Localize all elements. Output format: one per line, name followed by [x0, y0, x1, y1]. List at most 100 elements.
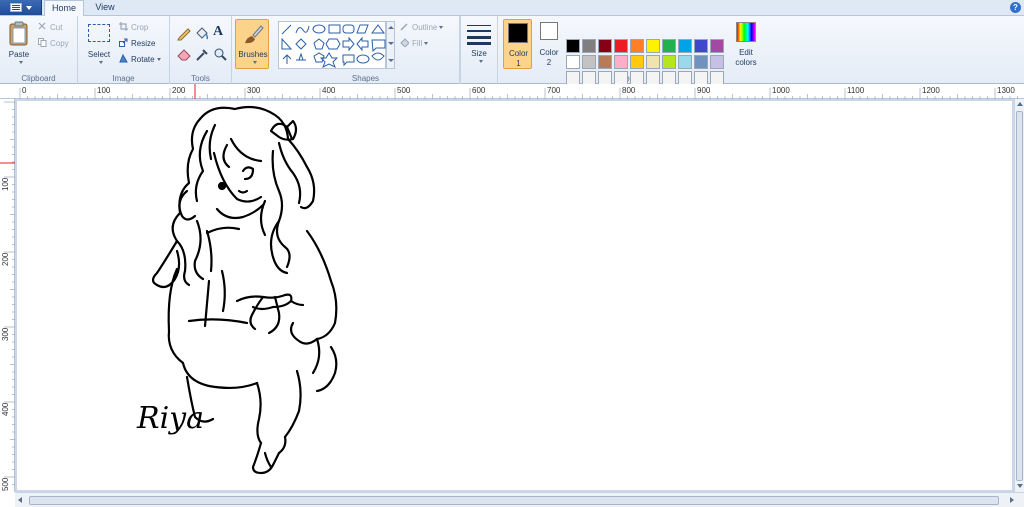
edit-colors-line2: colors	[735, 58, 757, 67]
rotate-button[interactable]: Rotate	[119, 54, 161, 66]
chevron-down-icon	[26, 6, 32, 10]
scroll-left-arrow-icon[interactable]	[18, 497, 22, 503]
color-swatch[interactable]	[598, 39, 612, 53]
color-picker-icon[interactable]	[194, 46, 210, 62]
color-swatch[interactable]	[678, 55, 692, 69]
color-swatch[interactable]	[630, 39, 644, 53]
ruler-label: 100	[1, 177, 10, 191]
ruler-label: 1200	[922, 86, 940, 95]
vertical-scrollbar[interactable]	[1014, 99, 1024, 492]
color-swatch[interactable]	[598, 55, 612, 69]
color-swatch[interactable]	[662, 39, 676, 53]
brushes-button[interactable]: Brushes	[235, 19, 269, 69]
scissors-icon	[38, 22, 46, 30]
select-button[interactable]: Select	[82, 19, 116, 71]
horizontal-ruler-ticks	[19, 84, 1018, 99]
color-swatch[interactable]	[614, 39, 628, 53]
color-swatch[interactable]	[614, 55, 628, 69]
chevron-down-icon	[424, 42, 429, 45]
ruler-label: 0	[22, 86, 27, 95]
ruler-label: 700	[547, 86, 561, 95]
color-swatch[interactable]	[710, 55, 724, 69]
color-swatch[interactable]	[646, 55, 660, 69]
shapes-gallery[interactable]	[278, 21, 386, 69]
chevron-down-icon[interactable]	[388, 42, 394, 45]
eraser-icon[interactable]	[176, 46, 192, 62]
paste-button[interactable]: Paste	[4, 19, 34, 71]
cut-button[interactable]: Cut	[38, 22, 62, 34]
ruler-label: 200	[172, 86, 186, 95]
magnifier-icon[interactable]	[212, 46, 228, 62]
size-button[interactable]: Size	[464, 19, 494, 69]
chevron-down-icon	[156, 58, 161, 61]
color-swatch[interactable]	[582, 71, 596, 85]
edit-colors-line1: Edit	[739, 48, 753, 57]
horizontal-scroll-thumb[interactable]	[29, 496, 999, 505]
rotate-label: Rotate	[131, 55, 155, 64]
copy-icon	[38, 38, 47, 47]
more-icon[interactable]	[388, 59, 394, 62]
scroll-up-arrow-icon[interactable]	[1017, 102, 1023, 106]
scroll-right-arrow-icon[interactable]	[1010, 497, 1014, 503]
color-swatch[interactable]	[662, 71, 676, 85]
color-swatch[interactable]	[566, 71, 580, 85]
color-swatch[interactable]	[630, 55, 644, 69]
chevron-down-icon	[99, 61, 103, 64]
chevron-down-icon	[479, 60, 483, 63]
color-swatch[interactable]	[630, 71, 644, 85]
pencil-icon[interactable]	[176, 25, 192, 41]
size-label: Size	[471, 49, 487, 58]
cut-label: Cut	[50, 23, 63, 32]
color-swatch[interactable]	[694, 71, 708, 85]
copy-button[interactable]: Copy	[38, 38, 69, 50]
fill-bucket-icon[interactable]	[194, 25, 210, 41]
chevron-up-icon[interactable]	[388, 26, 394, 29]
color-swatch[interactable]	[566, 55, 580, 69]
drawing-canvas[interactable]: Riya	[17, 101, 1012, 490]
color-swatch[interactable]	[614, 71, 628, 85]
crop-button[interactable]: Crop	[119, 22, 148, 34]
color-swatch[interactable]	[710, 71, 724, 85]
edit-colors-button[interactable]: Edit colors	[730, 19, 762, 71]
vertical-ruler-ticks	[0, 101, 15, 485]
color-swatch[interactable]	[694, 39, 708, 53]
color-swatch[interactable]	[710, 39, 724, 53]
resize-label: Resize	[131, 39, 156, 48]
ruler-label: 500	[1, 477, 10, 491]
ruler-label: 300	[247, 86, 261, 95]
tab-view[interactable]: View	[86, 0, 124, 16]
color-swatch[interactable]	[678, 39, 692, 53]
clipboard-icon	[9, 21, 28, 46]
color-swatch[interactable]	[598, 71, 612, 85]
color-swatch[interactable]	[646, 71, 660, 85]
help-icon[interactable]: ?	[1010, 2, 1021, 13]
resize-button[interactable]: Resize	[119, 38, 155, 50]
scroll-down-arrow-icon[interactable]	[1017, 484, 1023, 488]
horizontal-scrollbar[interactable]	[15, 492, 1024, 507]
outline-dropdown[interactable]: Outline	[400, 22, 444, 34]
color-swatch[interactable]	[582, 55, 596, 69]
resize-icon	[119, 38, 128, 47]
copy-label: Copy	[50, 39, 69, 48]
color-swatch[interactable]	[662, 55, 676, 69]
tab-home[interactable]: Home	[44, 0, 84, 17]
color-swatch[interactable]	[566, 39, 580, 53]
color1-label-line2: 1	[516, 59, 521, 68]
color-swatch[interactable]	[646, 39, 660, 53]
shapes-gallery-scroll[interactable]	[386, 21, 395, 69]
fill-dropdown[interactable]: Fill	[400, 38, 429, 50]
ruler-label: 1000	[772, 86, 790, 95]
vertical-scroll-thumb[interactable]	[1016, 111, 1023, 481]
color2-button[interactable]: Color 2	[536, 19, 562, 69]
shapes-gallery-icons	[281, 24, 386, 69]
color-swatch[interactable]	[582, 39, 596, 53]
color1-button[interactable]: Color 1	[503, 19, 532, 69]
ribbon: Paste Cut Copy Clipboard Select Crop Res…	[0, 16, 1024, 85]
text-tool-icon[interactable]: A	[213, 24, 223, 40]
color-swatch[interactable]	[694, 55, 708, 69]
paint-menu-button[interactable]	[0, 0, 42, 15]
color-swatch[interactable]	[678, 71, 692, 85]
color2-swatch	[540, 22, 558, 40]
ruler-label: 600	[472, 86, 486, 95]
crop-label: Crop	[131, 23, 149, 32]
